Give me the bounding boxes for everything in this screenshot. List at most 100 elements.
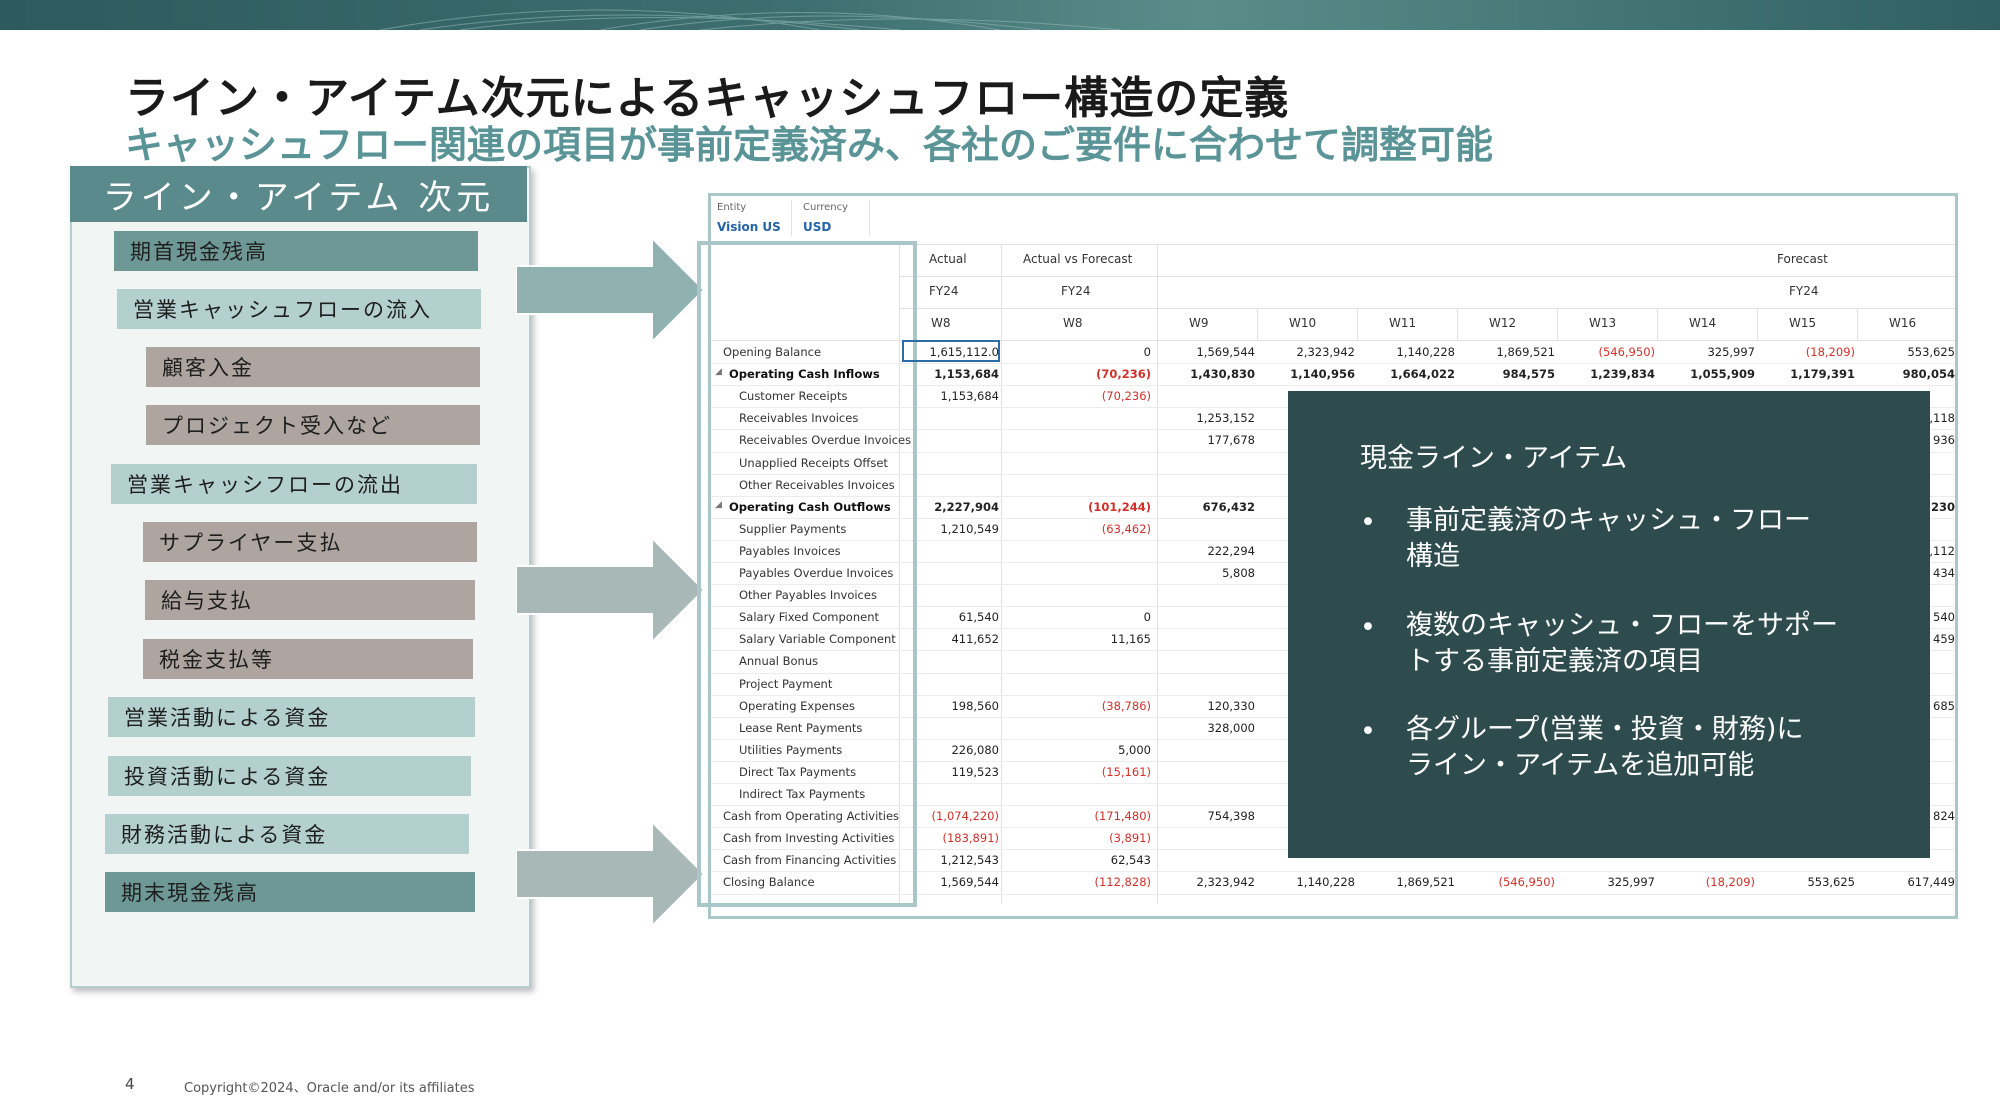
header-fy-actual: FY24 [929,284,959,298]
grid-cell[interactable]: 1,153,684 [903,367,999,381]
column-divider [1557,308,1558,340]
grid-cell[interactable]: 553,625 [1859,345,1955,359]
grid-cell[interactable]: 1,055,909 [1659,367,1755,381]
callout-bullet-3-line-2: ライン・アイテムを追加可能 [1406,750,1755,781]
grid-cell[interactable]: (183,891) [903,831,999,845]
bullet-icon: • [1360,716,1376,747]
slide-subtitle: キャッシュフロー関連の項目が事前定義済み、各社のご要件に合わせて調整可能 [125,123,1494,167]
arrow-right-icon [516,238,706,342]
grid-cell[interactable]: (70,236) [1055,367,1151,381]
grid-cell[interactable]: (546,950) [1459,875,1555,889]
grid-cell[interactable]: 62,543 [1055,853,1151,867]
grid-cell[interactable]: (546,950) [1559,345,1655,359]
grid-cell[interactable]: 617,449 [1859,875,1955,889]
grid-cell[interactable]: 980,054 [1859,367,1955,381]
grid-cell[interactable]: 1,664,022 [1359,367,1455,381]
header-period[interactable]: W16 [1889,316,1916,330]
grid-cell[interactable]: 1,569,544 [1159,345,1255,359]
grid-cell[interactable]: (38,786) [1055,699,1151,713]
header-period[interactable]: W10 [1289,316,1316,330]
grid-cell[interactable]: 676,432 [1159,500,1255,514]
line-item-customer-receipts: 顧客入金 [146,347,480,387]
grid-cell[interactable]: (3,891) [1055,831,1151,845]
grid-cell[interactable]: 1,140,956 [1259,367,1355,381]
grid-cell[interactable]: (101,244) [1055,500,1151,514]
grid-cell[interactable]: (1,074,220) [903,809,999,823]
line-item-closing-cash: 期末現金残高 [105,872,475,912]
line-item-supplier-payments: サプライヤー支払 [143,522,477,562]
pov-divider [791,200,792,236]
grid-cell[interactable]: 1,140,228 [1259,875,1355,889]
grid-cell[interactable]: 5,808 [1159,566,1255,580]
header-period[interactable]: W8 [931,316,951,330]
grid-cell[interactable]: 1,212,543 [903,853,999,867]
grid-cell[interactable]: 328,000 [1159,721,1255,735]
callout-bullet-3-line-1: 各グループ(営業・投資・財務)に [1406,714,1804,745]
grid-cell[interactable]: 2,323,942 [1259,345,1355,359]
grid-cell[interactable]: 754,398 [1159,809,1255,823]
grid-cell[interactable]: 553,625 [1759,875,1855,889]
grid-cell[interactable]: (171,480) [1055,809,1151,823]
pov-currency-value[interactable]: USD [803,220,831,234]
grid-cell[interactable]: 1,869,521 [1459,345,1555,359]
grid-cell[interactable]: 0 [1055,610,1151,624]
header-period[interactable]: W12 [1489,316,1516,330]
grid-cell[interactable]: 1,253,152 [1159,411,1255,425]
callout-bullet-2-line-1: 複数のキャッシュ・フローをサポー [1406,610,1838,641]
grid-cell[interactable]: 1,179,391 [1759,367,1855,381]
grid-cell[interactable]: (18,209) [1759,345,1855,359]
grid-cell[interactable]: 0 [1055,345,1151,359]
grid-cell[interactable]: 1,140,228 [1359,345,1455,359]
grid-cell[interactable]: 222,294 [1159,544,1255,558]
grid-cell[interactable]: (112,828) [1055,875,1151,889]
grid-cell[interactable]: 2,227,904 [903,500,999,514]
line-item-panel-header: ライン・アイテム 次元 [70,166,527,222]
line-item-financing-activities: 財務活動による資金 [105,814,469,854]
banner-pattern [379,9,1121,30]
grid-cell[interactable]: 5,000 [1055,743,1151,757]
grid-cell[interactable]: (18,209) [1659,875,1755,889]
header-period[interactable]: W9 [1189,316,1209,330]
selected-cell[interactable] [902,340,1000,362]
header-fy-forecast: FY24 [1789,284,1819,298]
grid-cell[interactable]: (15,161) [1055,765,1151,779]
grid-cell[interactable]: 411,652 [903,632,999,646]
grid-cell[interactable]: (70,236) [1055,389,1151,403]
grid-cell[interactable]: 1,239,834 [1559,367,1655,381]
pov-entity-value[interactable]: Vision US [717,220,781,234]
grid-cell[interactable]: 1,210,549 [903,522,999,536]
top-banner [0,0,2000,30]
grid-cell[interactable]: 984,575 [1459,367,1555,381]
grid-cell[interactable]: 119,523 [903,765,999,779]
header-period[interactable]: W15 [1789,316,1816,330]
grid-cell[interactable]: 198,560 [903,699,999,713]
grid-cell[interactable]: 226,080 [903,743,999,757]
grid-cell[interactable]: 325,997 [1559,875,1655,889]
header-period[interactable]: W11 [1389,316,1416,330]
grid-cell[interactable]: 11,165 [1055,632,1151,646]
header-period[interactable]: W14 [1689,316,1716,330]
header-divider [899,308,1955,309]
header-divider [899,276,1955,277]
copyright: Copyright©2024、Oracle and/or its affilia… [184,1081,475,1096]
column-divider [1757,308,1758,340]
grid-cell[interactable]: (63,462) [1055,522,1151,536]
grid-cell[interactable]: 1,153,684 [903,389,999,403]
grid-cell[interactable]: 2,323,942 [1159,875,1255,889]
grid-cell[interactable]: 1,569,544 [903,875,999,889]
grid-cell[interactable]: 325,997 [1659,345,1755,359]
column-divider [1457,308,1458,340]
line-item-operating-inflow: 営業キャッシュフローの流入 [117,289,481,329]
grid-cell[interactable]: 120,330 [1159,699,1255,713]
grid-cell[interactable]: 1,430,830 [1159,367,1255,381]
line-item-opening-cash: 期首現金残高 [114,231,478,271]
page-number: 4 [125,1075,135,1093]
grid-cell[interactable]: 61,540 [903,610,999,624]
line-item-operating-activities: 営業活動による資金 [108,697,475,737]
grid-cell[interactable]: 177,678 [1159,433,1255,447]
header-fy-avf: FY24 [1061,284,1091,298]
column-divider [1857,308,1858,340]
header-period[interactable]: W8 [1063,316,1083,330]
header-period[interactable]: W13 [1589,316,1616,330]
grid-cell[interactable]: 1,869,521 [1359,875,1455,889]
